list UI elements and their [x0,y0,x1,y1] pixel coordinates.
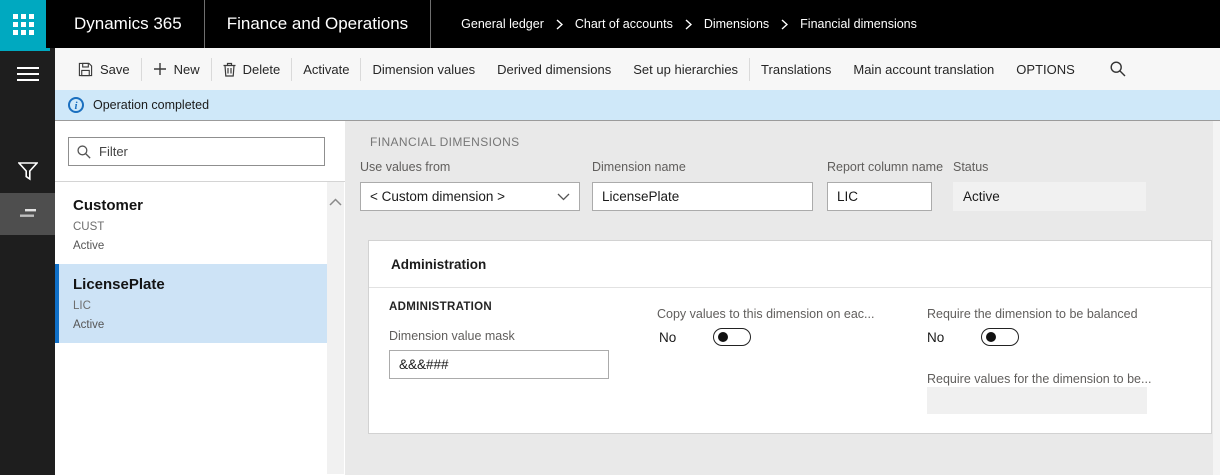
require-balanced-value: No [927,329,945,345]
copy-values-value: No [659,329,677,345]
chevron-right-icon [556,18,563,30]
require-values-label: Require values for the dimension to be..… [927,372,1152,386]
breadcrumb-chart-of-accounts[interactable]: Chart of accounts [575,17,673,31]
dimension-list-icon [19,208,37,220]
dimension-list: Customer CUST Active LicensePlate LIC Ac… [55,185,327,343]
divider [55,181,345,182]
use-values-from-label: Use values from [360,160,451,174]
accent-strip [0,48,50,51]
search-button[interactable] [1100,48,1136,90]
save-button[interactable]: Save [67,48,141,90]
product-title[interactable]: Finance and Operations [227,14,408,34]
save-icon [78,62,93,77]
new-button[interactable]: New [142,48,211,90]
delete-button[interactable]: Delete [212,48,292,90]
filter-pane-button[interactable] [0,154,55,188]
administration-card: Administration ADMINISTRATION Dimension … [368,240,1212,434]
page-title: FINANCIAL DIMENSIONS [370,135,520,149]
list-item-licenseplate[interactable]: LicensePlate LIC Active [55,264,327,343]
activate-button[interactable]: Activate [292,48,360,90]
administration-subheader: ADMINISTRATION [389,301,493,313]
notification-text: Operation completed [93,98,210,112]
chevron-right-icon [781,18,789,30]
separator [430,0,432,48]
dimension-values-button[interactable]: Dimension values [361,48,486,90]
page-scrollbar[interactable] [1213,121,1220,475]
main-account-translation-button[interactable]: Main account translation [842,48,1005,90]
waffle-icon [12,13,34,35]
copy-values-label: Copy values to this dimension on eac... [657,307,875,321]
dimension-value-mask-label: Dimension value mask [389,329,515,343]
action-toolbar: Save New Delete Activate Dimension value… [55,48,1220,90]
administration-section-header[interactable]: Administration [369,241,1211,288]
open-list-pane-button[interactable] [0,193,55,235]
options-menu-button[interactable]: OPTIONS [1005,48,1086,90]
status-value: Active [953,182,1146,211]
separator [203,0,205,48]
notification-bar: i Operation completed [55,90,1220,121]
dimension-name-label: Dimension name [592,160,686,174]
app-launcher-button[interactable] [0,0,46,48]
require-values-field [927,387,1147,414]
chevron-down-icon [557,193,570,201]
toggle-knob [718,332,728,342]
breadcrumb-financial-dimensions: Financial dimensions [800,17,917,31]
search-icon [1110,61,1126,77]
use-values-from-select[interactable]: < Custom dimension > [360,182,580,211]
toggle-knob [986,332,996,342]
copy-values-toggle[interactable] [713,328,751,346]
trash-icon [223,62,236,77]
breadcrumb-general-ledger[interactable]: General ledger [461,17,544,31]
expand-navigation-button[interactable] [0,58,55,90]
dimension-name-input[interactable] [592,182,813,211]
translations-button[interactable]: Translations [750,48,842,90]
list-item-customer[interactable]: Customer CUST Active [55,185,327,264]
search-icon [77,144,91,159]
filter-box [68,137,325,166]
breadcrumb: General ledger Chart of accounts Dimensi… [461,17,917,31]
app-title[interactable]: Dynamics 365 [74,14,182,34]
hamburger-icon [16,67,39,81]
require-balanced-toggle[interactable] [981,328,1019,346]
status-label: Status [953,160,989,174]
derived-dimensions-button[interactable]: Derived dimensions [486,48,622,90]
main-content: FINANCIAL DIMENSIONS Use values from Dim… [345,121,1220,475]
plus-icon [153,62,167,76]
filter-input[interactable] [99,144,324,159]
navigation-sidebar [0,48,55,475]
list-scrollbar[interactable] [327,182,344,474]
top-navigation-bar: Dynamics 365 Finance and Operations Gene… [0,0,1220,48]
chevron-up-icon[interactable] [329,198,342,210]
chevron-right-icon [685,18,692,30]
dimension-value-mask-input[interactable] [389,350,609,379]
report-column-name-label: Report column name [827,160,944,174]
info-icon: i [68,97,84,113]
require-balanced-label: Require the dimension to be balanced [927,307,1138,321]
report-column-name-input[interactable] [827,182,932,211]
filter-icon [17,161,38,181]
set-up-hierarchies-button[interactable]: Set up hierarchies [622,48,749,90]
dimension-list-panel: Customer CUST Active LicensePlate LIC Ac… [55,121,345,475]
breadcrumb-dimensions[interactable]: Dimensions [704,17,769,31]
